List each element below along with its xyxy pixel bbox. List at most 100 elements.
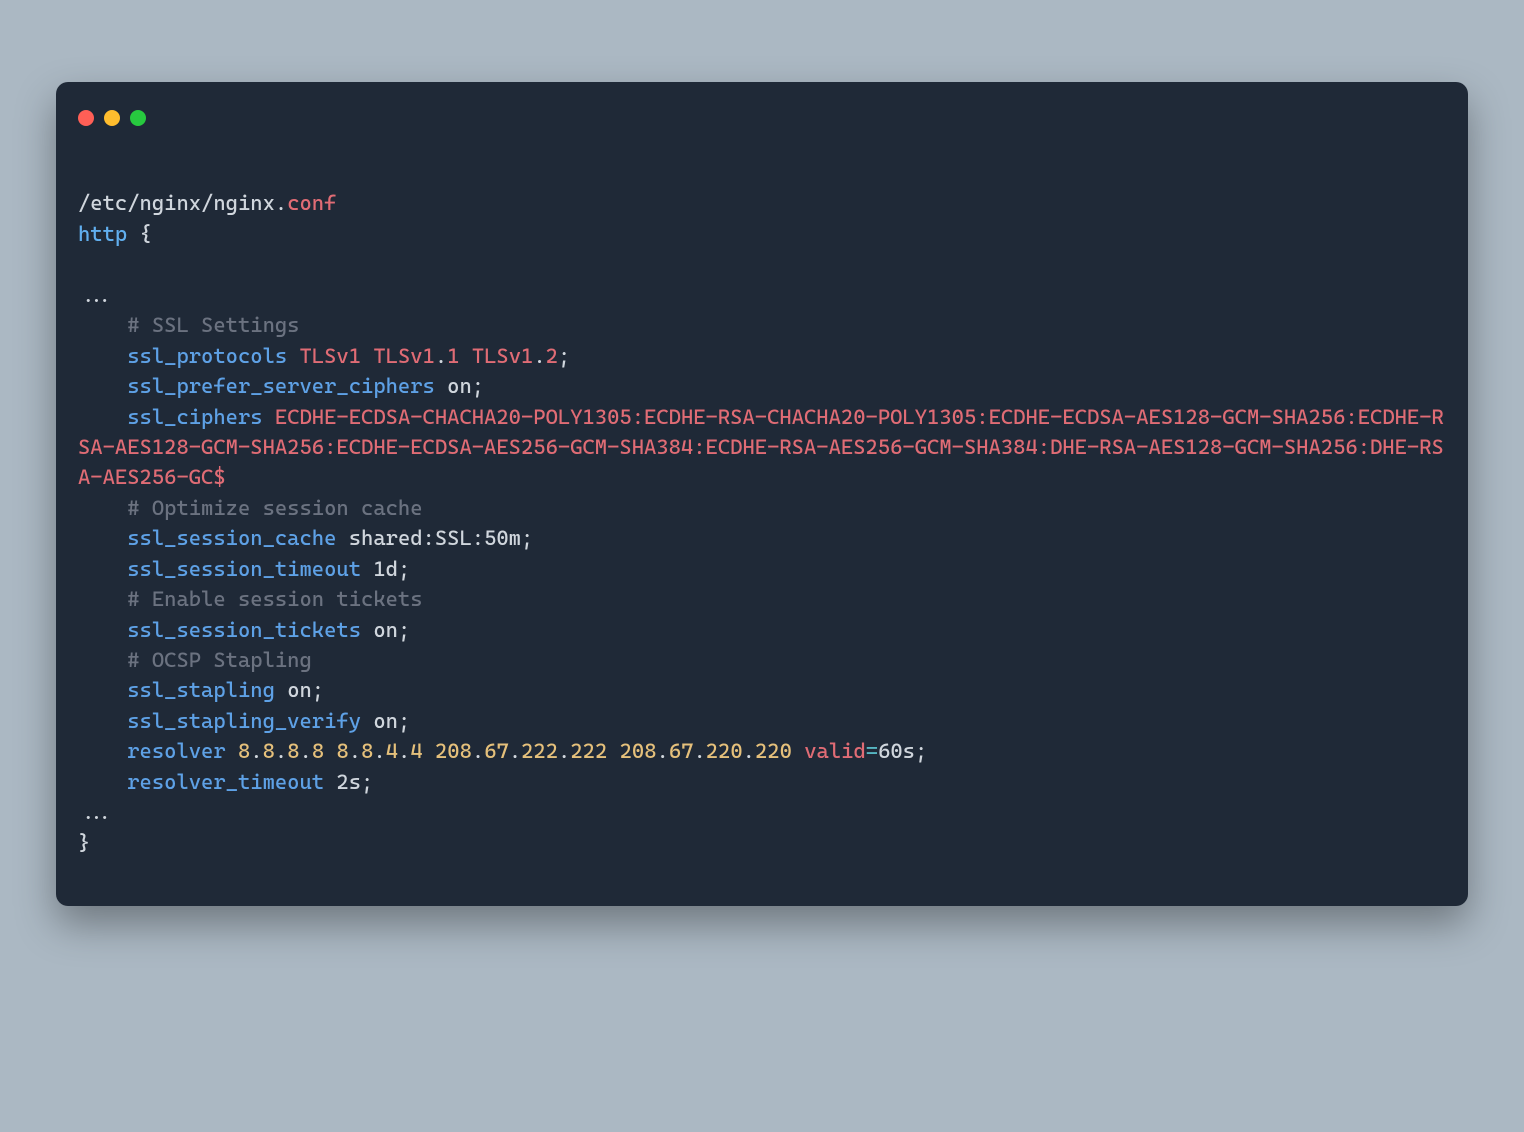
indent [78,675,127,705]
semi: ; [398,709,410,733]
ellipsis-bottom: ... [78,800,115,824]
comment-enable-tickets: # Enable session tickets [78,587,423,611]
token-num: 8 [263,739,275,763]
http-open: http { [78,222,152,246]
indent [78,402,127,432]
code-block: /etc/nginx/nginx.conf http { ... # SSL S… [56,140,1468,858]
token-plain [423,739,435,763]
tls-v12b: 2 [546,344,558,368]
indent [78,523,127,553]
indent [78,341,127,371]
semi: ; [312,678,324,702]
code-window: /etc/nginx/nginx.conf http { ... # SSL S… [56,82,1468,906]
sp [460,344,472,368]
token-plain: . [657,739,669,763]
sp [275,678,287,702]
value: 1d [373,557,398,581]
keyword-http: http [78,222,127,246]
indent [78,767,127,797]
comment-ocsp: # OCSP Stapling [78,648,312,672]
tls-v12a: TLSv1 [472,344,534,368]
semi: ; [398,557,410,581]
token-plain: . [743,739,755,763]
semi: ; [558,344,570,368]
token-num: 67 [484,739,509,763]
token-num: 208 [435,739,472,763]
token-num: 222 [521,739,558,763]
file-path: /etc/nginx/nginx.conf [78,191,336,215]
token-plain [792,739,804,763]
token-num: 220 [706,739,743,763]
directive: resolver [127,739,225,763]
token-plain: . [300,739,312,763]
maximize-icon[interactable] [130,110,146,126]
token-val: valid [804,739,866,763]
line-session-cache: ssl_session_cache shared:SSL:50m; [78,526,533,550]
token-plain [226,739,238,763]
ellipsis-top: ... [78,283,115,307]
token-plain: ; [915,739,927,763]
sp [263,405,275,429]
token-plain: . [373,739,385,763]
line-resolver-timeout: resolver_timeout 2s; [78,770,373,794]
keyword-on: on [447,374,472,398]
line-ssl-stapling: ssl_stapling on; [78,678,324,702]
token-plain: . [398,739,410,763]
sp [336,526,348,550]
value: shared:SSL:50m [349,526,521,550]
line-ssl-stapling-verify: ssl_stapling_verify on; [78,709,410,733]
token-plain: . [349,739,361,763]
sp [324,770,336,794]
sp [361,557,373,581]
brace-close: } [78,831,90,855]
cipher-suite-list: ECDHE-ECDSA-CHACHA20-POLY1305:ECDHE-RSA-… [78,405,1444,490]
line-session-tickets: ssl_session_tickets on; [78,618,410,642]
indent [78,615,127,645]
value: 2s [336,770,361,794]
token-op: = [866,739,878,763]
token-plain: . [250,739,262,763]
token-num: 222 [570,739,607,763]
keyword-on: on [287,678,312,702]
directive: ssl_stapling [127,678,275,702]
sp [361,344,373,368]
token-plain: 60s [878,739,915,763]
line-ssl-protocols: ssl_protocols TLSv1 TLSv1.1 TLSv1.2; [78,344,570,368]
token-num: 8 [238,739,250,763]
line-prefer-ciphers: ssl_prefer_server_ciphers on; [78,374,484,398]
directive: ssl_stapling_verify [127,709,361,733]
window-titlebar [56,82,1468,140]
minimize-icon[interactable] [104,110,120,126]
tls-v11a: TLSv1 [373,344,435,368]
token-plain: . [509,739,521,763]
token-num: 8 [336,739,348,763]
token-plain: . [693,739,705,763]
token-plain: . [472,739,484,763]
dot: . [435,344,447,368]
resolver-tokens: 8.8.8.8 8.8.4.4 208.67.222.222 208.67.22… [226,739,928,763]
token-num: 220 [755,739,792,763]
token-num: 4 [386,739,398,763]
path-ext: conf [287,191,336,215]
token-plain [607,739,619,763]
sp [361,618,373,642]
tls-v1: TLSv1 [300,344,362,368]
sp [435,374,447,398]
close-icon[interactable] [78,110,94,126]
directive: ssl_ciphers [127,405,262,429]
token-num: 4 [410,739,422,763]
dot: . [533,344,545,368]
token-plain: . [275,739,287,763]
comment-ssl-settings: # SSL Settings [78,313,299,337]
token-plain [324,739,336,763]
indent [78,706,127,736]
keyword-on: on [373,709,398,733]
keyword-on: on [373,618,398,642]
semi: ; [521,526,533,550]
token-num: 67 [669,739,694,763]
directive: ssl_protocols [127,344,287,368]
indent [78,736,127,766]
directive: ssl_session_tickets [127,618,361,642]
token-num: 208 [620,739,657,763]
path-dot: . [275,191,287,215]
